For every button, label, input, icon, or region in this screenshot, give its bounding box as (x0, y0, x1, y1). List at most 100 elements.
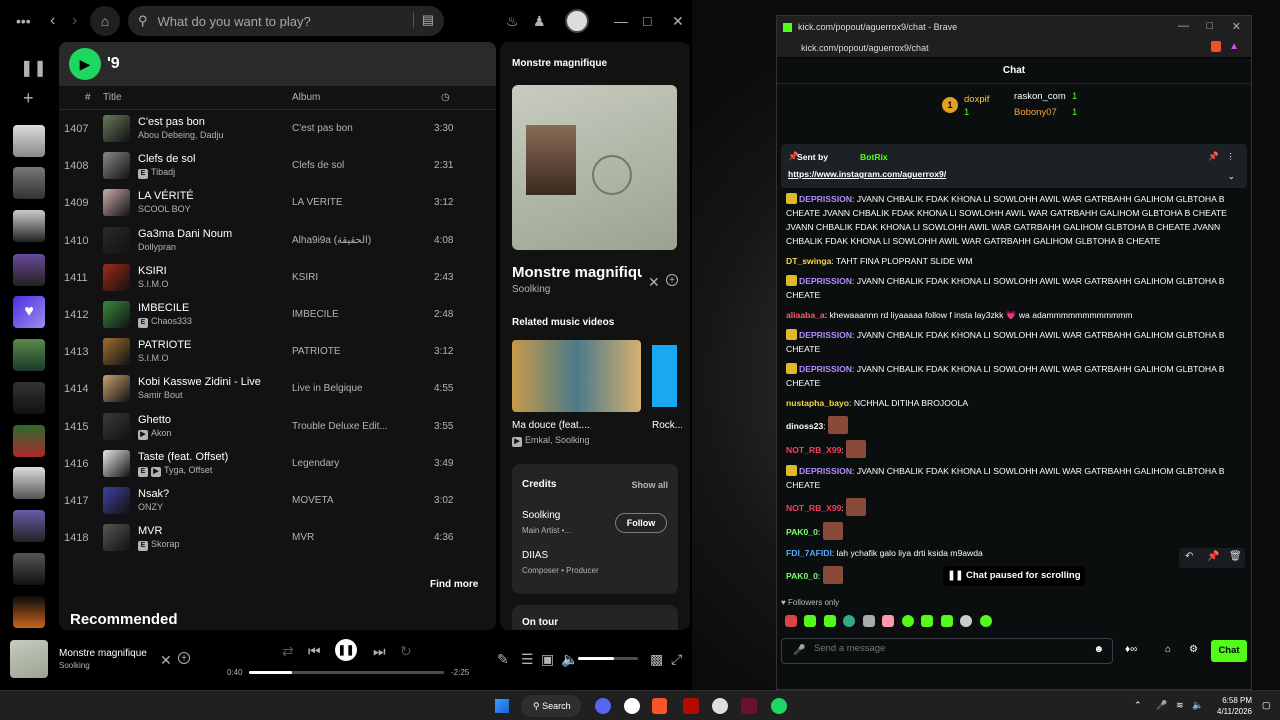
emote-icon[interactable] (882, 615, 895, 627)
track-artist[interactable]: E ▶ Tyga, Offset (138, 465, 212, 477)
taskbar-search[interactable]: ⚲ Search (521, 695, 581, 717)
minimize-icon[interactable]: — (614, 13, 628, 29)
emote-icon[interactable] (823, 615, 836, 627)
library-item[interactable] (13, 167, 45, 199)
search-input[interactable] (157, 13, 398, 29)
leader-name[interactable]: Bobony07 (1014, 107, 1057, 118)
steam-icon[interactable] (712, 698, 728, 714)
queue-icon[interactable]: ☰ (521, 651, 534, 668)
add-icon[interactable]: + (178, 652, 190, 664)
track-album[interactable]: PATRIOTE (292, 346, 402, 357)
discord-icon[interactable] (595, 698, 611, 714)
volume-icon[interactable]: 🔈 (561, 651, 578, 668)
track-title[interactable]: MVR (138, 525, 162, 537)
brave-rewards-icon[interactable]: ▲ (1229, 41, 1239, 52)
connect-device-icon[interactable]: ▣ (541, 651, 554, 668)
track-album[interactable]: IMBECILE (292, 309, 402, 320)
track-title[interactable]: Kobi Kasswe Zidini - Live (138, 376, 261, 388)
chat-message[interactable]: DEPRISSION: JVANN CHBALIK FDAK KHONA LI … (777, 192, 1251, 248)
track-row[interactable]: 1418 MVR E Skorap MVR 4:36 (59, 519, 496, 556)
track-row[interactable]: 1409 LA VÉRITÉ SCOOL BOY LA VÉRITÉ 3:12 (59, 184, 496, 221)
start-icon[interactable] (495, 699, 509, 713)
chat-username[interactable]: PAK0_0 (786, 527, 818, 537)
track-row[interactable]: 1408 Clefs de sol E Tibadj Clefs de sol 2:31 (59, 147, 496, 184)
menu-icon[interactable]: ⋮ (1226, 151, 1235, 162)
track-row[interactable]: 1407 C'est pas bon Abou Debeing, Dadju C'es… (59, 110, 496, 147)
find-more-link[interactable]: Find more (430, 579, 478, 590)
emote-icon[interactable] (822, 566, 843, 584)
library-icon[interactable]: ❚❚ (20, 58, 47, 78)
track-row[interactable]: 1414 Kobi Kasswe Zidini - Live Samir Bout L… (59, 370, 496, 407)
close-icon[interactable]: ✕ (672, 13, 684, 30)
video-thumb[interactable] (512, 340, 641, 412)
track-title[interactable]: Ga3ma Dani Noum (138, 228, 232, 240)
track-album[interactable]: Legendary (292, 458, 402, 469)
track-row[interactable]: 1415 Ghetto ▶ Akon Trouble Deluxe Edit... 3:5… (59, 408, 496, 445)
credit-name[interactable]: DIIAS (522, 550, 548, 561)
chat-username[interactable]: DEPRISSION (799, 364, 852, 374)
track-artist[interactable]: S.I.M.O (138, 353, 169, 363)
chat-username[interactable]: PAK0_0 (786, 571, 818, 581)
chat-username[interactable]: nustapha_bayo (786, 398, 849, 408)
volume-icon[interactable]: 🔈 (1192, 700, 1203, 711)
add-icon[interactable]: + (666, 274, 678, 286)
lyrics-icon[interactable]: ✎ (497, 651, 509, 668)
track-artist[interactable]: ONZY (138, 502, 163, 512)
liked-songs[interactable]: ♥ (13, 296, 45, 328)
track-title[interactable]: Nsak? (138, 488, 169, 500)
brave-shields-icon[interactable] (1211, 41, 1221, 52)
chat-message[interactable]: DEPRISSION: JVANN CHBALIK FDAK KHONA LI … (777, 274, 1251, 302)
chat-message[interactable]: yazidvv: Fo9ach cam (777, 590, 1251, 592)
chat-username[interactable]: DEPRISSION (799, 194, 852, 204)
library-item[interactable] (13, 596, 45, 628)
chat-username[interactable]: NOT_RB_X99 (786, 503, 841, 513)
mic-icon[interactable]: 🎤 (793, 645, 805, 656)
chat-message[interactable]: aliaaba_a: khewaaannn rd liyaaaaa follow… (777, 308, 1251, 322)
video-title[interactable]: Ma douce (feat.... (512, 420, 590, 431)
progress-bar[interactable] (249, 671, 444, 674)
track-row[interactable]: 1411 KSIRI S.I.M.O KSIRI 2:43 (59, 259, 496, 296)
pin-icon[interactable]: 📌 (1207, 551, 1219, 562)
track-row[interactable]: 1413 PATRIOTE S.I.M.O PATRIOTE 3:12 (59, 333, 496, 370)
video-title[interactable]: Rock... (652, 420, 682, 431)
library-item[interactable] (13, 339, 45, 371)
track-album[interactable]: KSIRI (292, 272, 402, 283)
repeat-icon[interactable]: ↻ (400, 643, 412, 660)
browse-icon[interactable]: ▤ (412, 12, 434, 28)
track-title[interactable]: Taste (feat. Offset) (138, 451, 228, 463)
emote-icon[interactable] (846, 498, 867, 516)
brave-icon[interactable] (652, 698, 667, 714)
emote-icon[interactable] (940, 615, 953, 627)
track-artist[interactable]: SCOOL BOY (138, 204, 191, 214)
chat-message[interactable]: DT_swinga: TAHT FINA PLOPRANT SLIDE WM (777, 254, 1251, 268)
chat-username[interactable]: DEPRISSION (799, 276, 852, 286)
track-artist[interactable]: E Tibadj (138, 167, 175, 180)
follow-button[interactable]: Follow (615, 513, 667, 533)
emote-icon[interactable] (822, 522, 843, 540)
player-title[interactable]: Monstre magnifique (59, 648, 147, 659)
url-text[interactable]: kick.com/popout/aguerrox9/chat (801, 43, 929, 53)
chat-message[interactable]: NOT_RB_X99: (777, 440, 1251, 458)
unpin-icon[interactable]: 📌 (1208, 151, 1219, 162)
track-artist[interactable]: E Chaos333 (138, 316, 192, 328)
play-button[interactable]: ▶ (69, 48, 101, 80)
track-title[interactable]: KSIRI (138, 265, 167, 277)
mic-icon[interactable]: 🎤 (1156, 700, 1167, 711)
tray-chevron-icon[interactable]: ⌃ (1134, 700, 1142, 711)
chat-message[interactable]: DEPRISSION: JVANN CHBALIK FDAK KHONA LI … (777, 464, 1251, 492)
close-icon[interactable]: ✕ (1232, 20, 1241, 33)
acrobat-icon[interactable] (683, 698, 699, 714)
chat-username[interactable]: aliaaba_a (786, 310, 825, 320)
track-title[interactable]: PATRIOTE (138, 339, 191, 351)
track-row[interactable]: 1412 IMBECILE E Chaos333 IMBECILE 2:48 (59, 296, 496, 333)
chat-send-button[interactable]: Chat (1211, 640, 1247, 662)
next-icon[interactable]: ⏭ (373, 643, 386, 660)
track-album[interactable]: Trouble Deluxe Edit... (292, 421, 402, 432)
chevron-down-icon[interactable]: ⌄ (1228, 171, 1235, 182)
track-title[interactable]: Ghetto (138, 414, 171, 426)
emote-icon[interactable] (785, 615, 797, 627)
shuffle-icon[interactable]: ⇄ (282, 643, 294, 660)
chat-username[interactable]: dinoss23 (786, 421, 823, 431)
chat-message[interactable]: PAK0_0: (777, 522, 1251, 540)
library-item[interactable] (13, 467, 45, 499)
